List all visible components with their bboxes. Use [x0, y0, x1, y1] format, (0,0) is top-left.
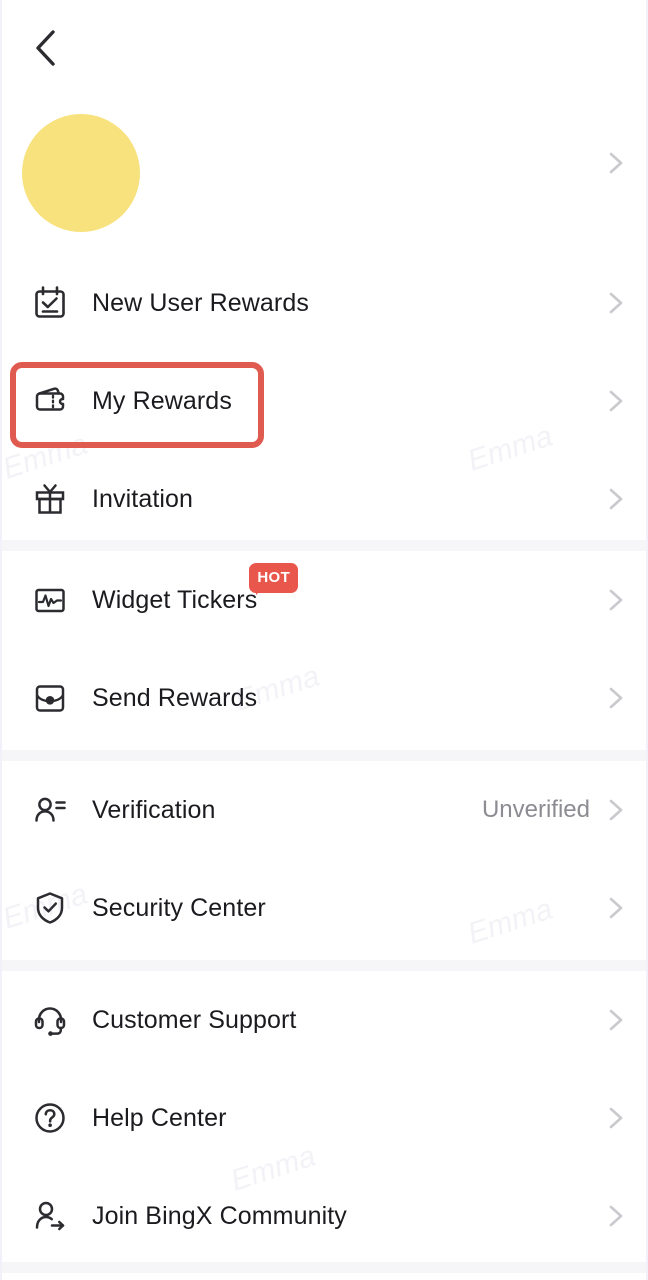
chevron-right-icon — [609, 390, 623, 412]
list-item-join-bingx-community[interactable]: Join BingX Community — [2, 1167, 646, 1265]
list-item-invitation[interactable]: Invitation — [2, 450, 646, 548]
row-chevron — [602, 587, 628, 613]
section-divider — [2, 1262, 646, 1273]
row-chevron — [602, 895, 628, 921]
person-arrow-icon — [28, 1194, 72, 1238]
list-item-new-user-rewards[interactable]: New User Rewards — [2, 254, 646, 352]
list-item-label: Verification — [92, 795, 216, 824]
list-item-label: Customer Support — [92, 1005, 297, 1034]
row-chevron — [602, 1203, 628, 1229]
list-item-help-center[interactable]: Help Center — [2, 1069, 646, 1167]
row-chevron — [602, 290, 628, 316]
chevron-right-icon — [609, 488, 623, 510]
ticker-chart-icon — [28, 578, 72, 622]
list-item-widget-tickers[interactable]: Widget Tickers HOT — [2, 551, 646, 649]
hot-badge-tail — [256, 586, 265, 595]
list-item-label: Help Center — [92, 1103, 227, 1132]
chevron-right-icon — [609, 1009, 623, 1031]
list-item-customer-support[interactable]: Customer Support — [2, 971, 646, 1069]
section-support: Customer Support Help Center Join BingX … — [2, 971, 646, 1265]
section-rewards: New User Rewards My Rewards Invitation — [2, 254, 646, 548]
profile-row[interactable] — [2, 92, 646, 244]
row-chevron — [602, 1105, 628, 1131]
chevron-right-icon — [609, 1107, 623, 1129]
chevron-right-icon — [609, 152, 623, 174]
list-item-label: Widget Tickers HOT — [92, 562, 299, 615]
hot-badge-wrapper: HOT — [249, 560, 299, 595]
list-item-send-rewards[interactable]: Send Rewards — [2, 649, 646, 747]
list-item-label: Send Rewards — [92, 683, 258, 712]
list-item-label: My Rewards — [92, 386, 232, 415]
list-item-my-rewards[interactable]: My Rewards — [2, 352, 646, 450]
section-account-security: Verification Unverified Security Center — [2, 761, 646, 957]
section-divider — [2, 540, 646, 551]
verification-status-value: Unverified — [481, 796, 590, 823]
id-person-icon — [28, 788, 72, 832]
chevron-right-icon — [609, 687, 623, 709]
chevron-right-icon — [609, 799, 623, 821]
row-chevron — [602, 685, 628, 711]
list-item-label: Security Center — [92, 893, 266, 922]
back-button[interactable] — [20, 22, 72, 74]
avatar[interactable] — [22, 114, 140, 232]
chevron-right-icon — [609, 292, 623, 314]
clipboard-check-icon — [28, 281, 72, 325]
top-bar — [2, 0, 646, 92]
list-item-label-text: Widget Tickers — [92, 585, 258, 614]
profile-chevron — [602, 150, 628, 181]
list-item-label: Invitation — [92, 484, 194, 513]
list-item-label: New User Rewards — [92, 288, 309, 317]
question-circle-icon — [28, 1096, 72, 1140]
row-chevron — [602, 797, 628, 823]
profile-menu-screen: New User Rewards My Rewards Invitation W… — [0, 0, 648, 1280]
list-item-security-center[interactable]: Security Center — [2, 859, 646, 957]
section-divider — [2, 960, 646, 971]
list-item-verification[interactable]: Verification Unverified — [2, 761, 646, 859]
section-tools: Widget Tickers HOT Send Rewards — [2, 551, 646, 747]
row-chevron — [602, 486, 628, 512]
row-chevron — [602, 1007, 628, 1033]
red-envelope-icon — [28, 676, 72, 720]
shield-check-icon — [28, 886, 72, 930]
ticket-icon — [28, 379, 72, 423]
chevron-right-icon — [609, 589, 623, 611]
chevron-left-icon — [36, 30, 55, 66]
section-divider — [2, 750, 646, 761]
chevron-right-icon — [609, 1205, 623, 1227]
list-item-label: Join BingX Community — [92, 1201, 347, 1230]
headset-icon — [28, 998, 72, 1042]
row-chevron — [602, 388, 628, 414]
gift-icon — [28, 477, 72, 521]
chevron-right-icon — [609, 897, 623, 919]
